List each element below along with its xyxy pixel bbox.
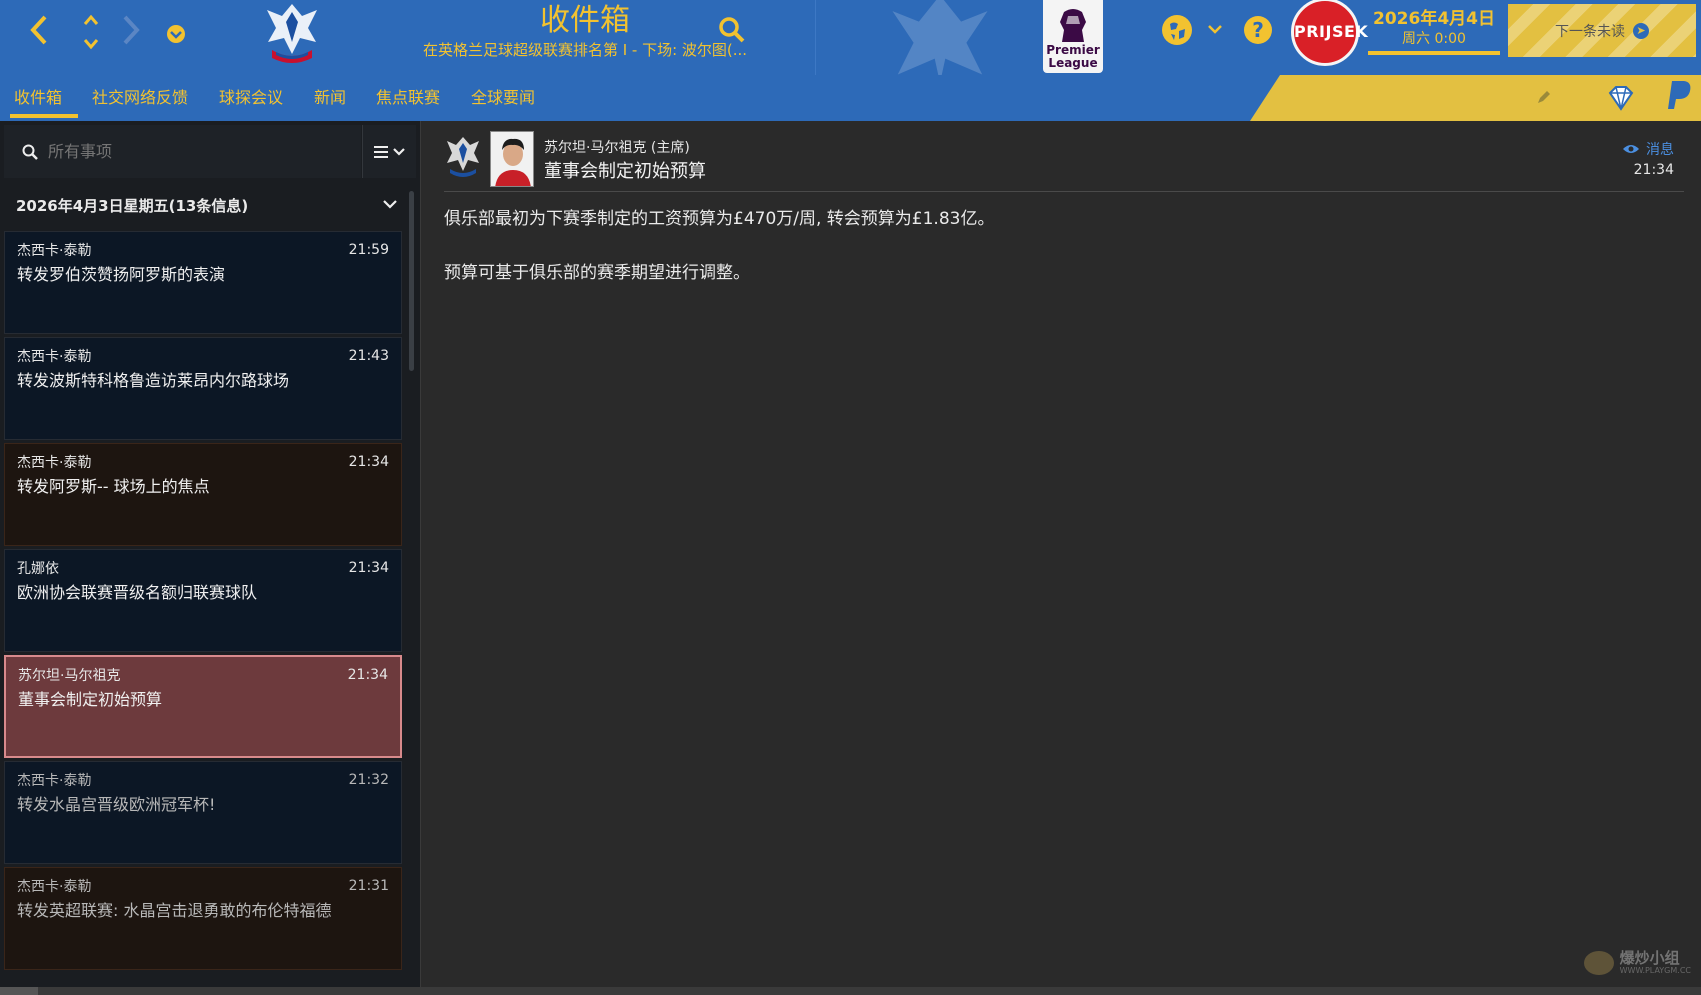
next-unread-label: 下一条未读 [1555,23,1625,40]
help-button[interactable]: ? [1244,16,1272,44]
back-button[interactable] [28,14,50,52]
list-item[interactable]: 杰西卡·泰勒 21:43 转发波斯特科格鲁造访莱昂内尔路球场 [4,337,402,440]
next-unread-button[interactable]: 下一条未读 ➤ [1508,4,1696,57]
message-time: 21:34 [348,560,389,576]
list-item[interactable]: 杰西卡·泰勒 21:34 转发阿罗斯-- 球场上的焦点 [4,443,402,546]
message-time: 21:31 [348,878,389,894]
tab-scouting-meeting[interactable]: 球探会议 [219,75,283,121]
message-subject: 转发水晶宫晋级欧洲冠军杯! [17,795,216,814]
message-subject: 转发波斯特科格鲁造访莱昂内尔路球场 [17,371,290,390]
message-sender: 杰西卡·泰勒 [17,349,92,365]
body-paragraph: 俱乐部最初为下赛季制定的工资预算为£470万/周, 转会预算为£1.83亿。 [444,209,995,229]
message-header: 苏尔坦·马尔祖克 (主席) 董事会制定初始预算 消息 21:34 [444,125,1684,192]
message-time: 21:34 [348,454,389,470]
tab-inbox[interactable]: 收件箱 [9,75,79,121]
eagle-watermark-icon [892,0,988,75]
message-sender: 杰西卡·泰勒 [17,773,92,789]
message-sidebar: 2026年4月3日星期五(13条信息) 杰西卡·泰勒 21:59 转发罗伯茨赞扬… [0,121,420,995]
message-sender: 孔娜依 [17,561,59,577]
message-subject: 欧洲协会联赛晋级名额归联赛球队 [17,583,258,602]
club-crest-icon[interactable] [444,135,482,179]
premier-league-text-2: League [1048,56,1098,70]
current-day-time: 周六 0:00 [1402,31,1466,47]
paypal-icon[interactable] [1664,79,1694,111]
message-time: 21:34 [1633,162,1674,178]
top-header: 收件箱 在英格兰足球超级联赛排名第 I - 下场: 波尔图(... Premie… [0,0,1701,75]
header-divider [815,0,816,75]
message-time: 21:32 [348,772,389,788]
message-subject: 董事会制定初始预算 [544,161,706,182]
message-detail: 苏尔坦·马尔祖克 (主席) 董事会制定初始预算 消息 21:34 俱乐部最初为下… [420,121,1701,987]
menu-icon [373,145,388,158]
search-input[interactable] [48,142,328,161]
date-block[interactable]: 2026年4月4日 周六 0:00 [1368,8,1500,55]
list-item[interactable]: 孔娜依 21:34 欧洲协会联赛晋级名额归联赛球队 [4,549,402,652]
message-time: 21:59 [348,242,389,258]
site-watermark: 爆炒小组 WWW.PLAYGM.CC [1583,949,1691,975]
message-subject: 董事会制定初始预算 [18,690,163,709]
eye-icon [1623,145,1639,153]
watermark-url: WWW.PLAYGM.CC [1619,966,1691,975]
gem-icon[interactable] [1606,83,1636,113]
history-dropdown-button[interactable] [166,20,186,50]
chevron-left-icon [30,15,47,45]
premier-league-logo[interactable]: Premier League [1043,0,1103,73]
bottom-scroll-strip[interactable] [0,987,1701,995]
message-type: 消息 [1622,139,1674,159]
tab-social-feedback[interactable]: 社交网络反馈 [92,75,188,121]
tab-bar: 收件箱 社交网络反馈 球探会议 新闻 焦点联赛 全球要闻 [0,75,1701,121]
up-down-stepper[interactable] [80,8,102,60]
tab-news[interactable]: 新闻 [314,75,346,121]
message-sender: 杰西卡·泰勒 [17,243,92,259]
chevron-down-icon [392,147,405,156]
list-item[interactable]: 杰西卡·泰勒 21:59 转发罗伯茨赞扬阿罗斯的表演 [4,231,402,334]
message-subject: 转发阿罗斯-- 球场上的焦点 [17,477,210,496]
circle-chevron-down-icon [167,25,185,43]
tab-focus-leagues[interactable]: 焦点联赛 [376,75,440,121]
pencil-icon[interactable] [1536,89,1552,105]
message-sender: 苏尔坦·马尔祖克 [18,668,121,684]
lion-icon [1060,9,1086,42]
forward-button[interactable] [120,14,142,52]
list-item[interactable]: 杰西卡·泰勒 21:31 转发英超联赛: 水晶宫击退勇敢的布伦特福德 [4,867,402,970]
search-icon[interactable] [718,16,746,44]
date-underline [1368,51,1500,55]
message-time: 21:43 [348,348,389,364]
message-sender[interactable]: 苏尔坦·马尔祖克 (主席) [544,137,690,157]
tab-world-news[interactable]: 全球要闻 [471,75,535,121]
chevron-down-icon[interactable] [80,32,102,56]
current-date: 2026年4月4日 [1373,9,1495,29]
arrow-right-icon: ➤ [1633,22,1649,39]
search-icon [22,144,38,160]
chevron-down-icon[interactable] [382,197,398,211]
watermark-text: 爆炒小组 [1619,949,1680,967]
manager-avatar[interactable]: PRIJSEK [1291,0,1368,66]
date-group-label: 2026年4月3日星期五(13条信息) [16,196,249,215]
watermark-logo-icon [1583,951,1614,975]
chevron-down-icon[interactable] [1207,22,1223,36]
list-item-selected[interactable]: 苏尔坦·马尔祖克 21:34 董事会制定初始预算 [4,655,402,758]
sender-photo[interactable] [490,131,534,187]
message-time: 21:34 [347,667,388,683]
chevron-up-icon[interactable] [80,8,102,32]
globe-icon[interactable] [1162,15,1192,45]
message-type-label: 消息 [1646,142,1674,158]
club-crest-icon[interactable] [262,2,322,68]
message-subject: 转发罗伯茨赞扬阿罗斯的表演 [17,265,226,284]
sidebar-scrollbar[interactable] [409,191,414,371]
message-subject: 转发英超联赛: 水晶宫击退勇敢的布伦特福德 [17,901,332,920]
chevron-right-icon [123,15,140,45]
list-item[interactable]: 杰西卡·泰勒 21:32 转发水晶宫晋级欧洲冠军杯! [4,761,402,864]
message-body: 俱乐部最初为下赛季制定的工资预算为£470万/周, 转会预算为£1.83亿。 预… [444,206,1664,314]
message-sender: 杰西卡·泰勒 [17,455,92,471]
bottom-scroll-thumb[interactable] [0,987,38,995]
message-list: 杰西卡·泰勒 21:59 转发罗伯茨赞扬阿罗斯的表演 杰西卡·泰勒 21:43 … [4,231,402,973]
date-group-header[interactable]: 2026年4月3日星期五(13条信息) [4,184,404,226]
person-portrait-icon [491,132,533,186]
body-paragraph: 预算可基于俱乐部的赛季期望进行调整。 [444,263,750,283]
message-sender: 杰西卡·泰勒 [17,879,92,895]
filter-menu-button[interactable] [362,125,416,178]
search-box[interactable] [4,125,361,178]
